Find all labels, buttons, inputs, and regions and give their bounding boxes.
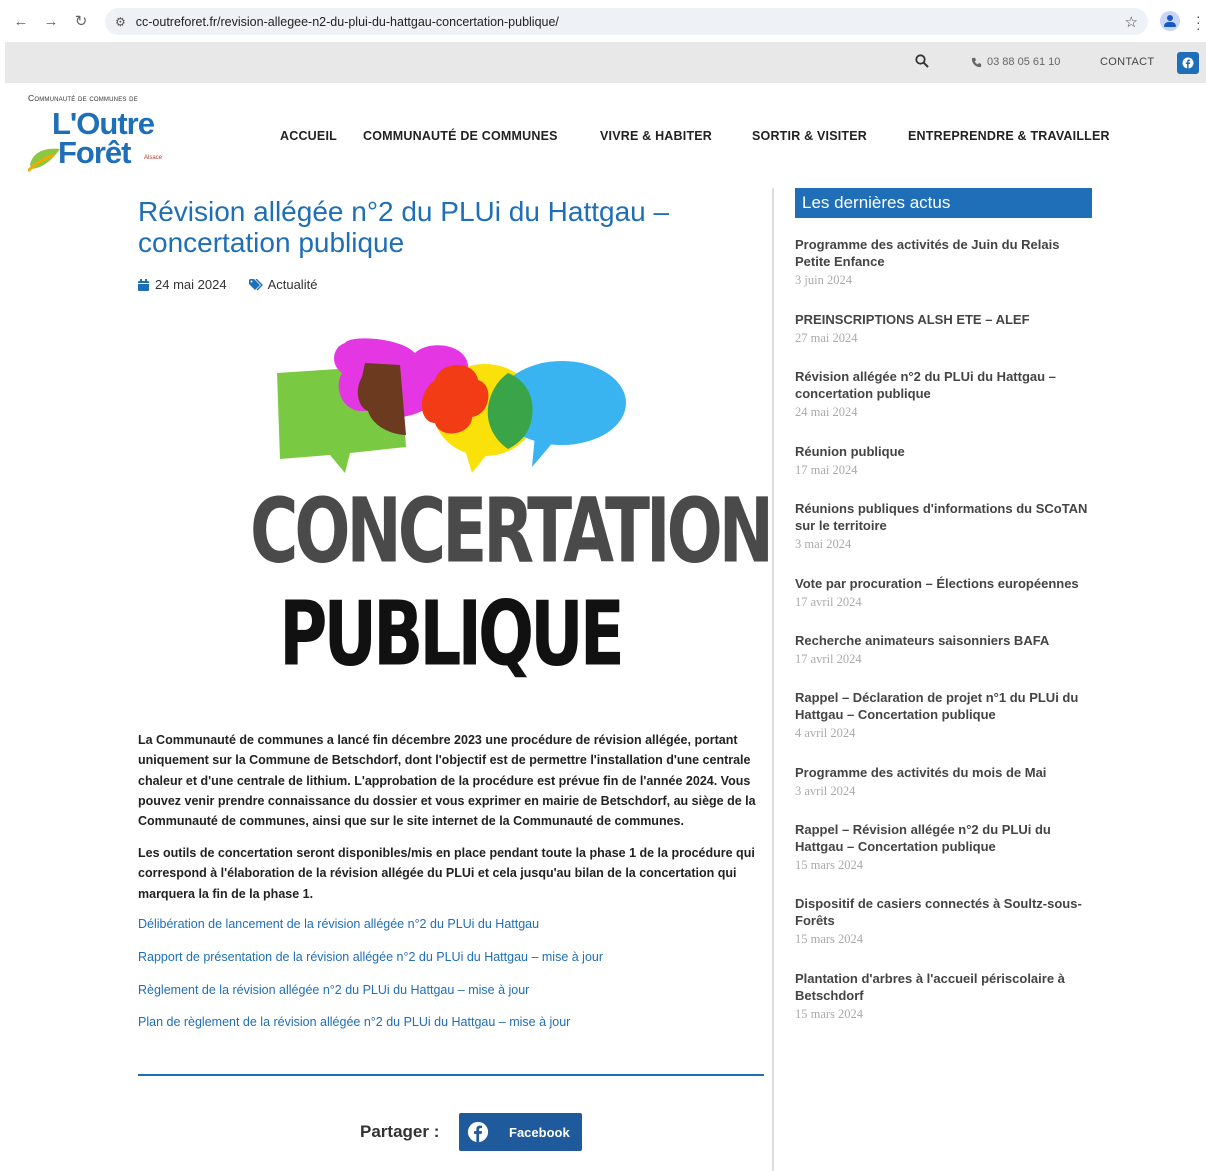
news-item-title[interactable]: Dispositif de casiers connectés à Soultz…	[795, 895, 1095, 929]
news-item-title[interactable]: Plantation d'arbres à l'accueil périscol…	[795, 970, 1095, 1004]
document-link-deliberation[interactable]: Délibération de lancement de la révision…	[138, 917, 539, 931]
news-item[interactable]: PREINSCRIPTIONS ALSH ETE – ALEF 27 mai 2…	[795, 311, 1095, 346]
article-paragraph-2: Les outils de concertation seront dispon…	[138, 846, 755, 901]
hero-word-publique: PUBLIQUE	[279, 581, 625, 686]
url-text[interactable]: cc-outreforet.fr/revision-allegee-n2-du-…	[136, 15, 559, 29]
nav-item-vivre-habiter[interactable]: VIVRE & HABITER	[600, 129, 712, 143]
news-item-date: 15 mars 2024	[795, 932, 864, 946]
news-item-title[interactable]: Rappel – Révision allégée n°2 du PLUi du…	[795, 821, 1095, 855]
article-divider	[138, 1074, 764, 1076]
news-item[interactable]: Révision allégée n°2 du PLUi du Hattgau …	[795, 368, 1095, 420]
share-label: Partager :	[360, 1122, 440, 1141]
news-item[interactable]: Vote par procuration – Élections europée…	[795, 575, 1095, 610]
tags-icon	[248, 278, 263, 290]
news-item[interactable]: Réunion publique 17 mai 2024	[795, 443, 1095, 478]
back-icon[interactable]: ←	[10, 10, 32, 32]
article-date: 24 mai 2024	[138, 277, 227, 292]
logo-subtitle: Communauté de communes de	[28, 93, 138, 103]
reload-icon[interactable]: ↻	[70, 10, 92, 32]
article-paragraph-1: La Communauté de communes a lancé fin dé…	[138, 733, 756, 829]
news-item[interactable]: Réunions publiques d'informations du SCo…	[795, 500, 1095, 552]
news-item-date: 3 mai 2024	[795, 537, 852, 551]
forward-icon[interactable]: →	[40, 10, 62, 32]
address-bar[interactable]: ⚙ cc-outreforet.fr/revision-allegee-n2-d…	[105, 8, 1148, 35]
nav-item-communaute[interactable]: COMMUNAUTÉ DE COMMUNES	[363, 129, 558, 143]
news-item-title[interactable]: Rappel – Déclaration de projet n°1 du PL…	[795, 689, 1095, 723]
site-settings-icon[interactable]: ⚙	[115, 15, 126, 29]
news-item[interactable]: Programme des activités du mois de Mai 3…	[795, 764, 1095, 799]
nav-item-entreprendre[interactable]: ENTREPRENDRE & TRAVAILLER	[908, 129, 1110, 143]
leaf-icon	[28, 148, 60, 173]
nav-item-sortir-visiter[interactable]: SORTIR & VISITER	[752, 129, 867, 143]
news-item-title[interactable]: Révision allégée n°2 du PLUi du Hattgau …	[795, 368, 1095, 402]
news-item[interactable]: Rappel – Révision allégée n°2 du PLUi du…	[795, 821, 1095, 873]
article-meta: 24 mai 2024 Actualité	[138, 277, 317, 292]
news-item-title[interactable]: Programme des activités du mois de Mai	[795, 764, 1095, 781]
news-item-date: 15 mars 2024	[795, 858, 864, 872]
facebook-icon[interactable]	[1177, 52, 1199, 74]
news-item-date: 3 avril 2024	[795, 784, 856, 798]
facebook-icon	[459, 1113, 497, 1151]
news-item-date: 24 mai 2024	[795, 405, 858, 419]
news-item-date: 17 avril 2024	[795, 595, 862, 609]
news-item-title[interactable]: Vote par procuration – Élections europée…	[795, 575, 1095, 592]
top-utility-bar: 03 88 05 61 10 CONTACT	[5, 42, 1206, 83]
news-item-date: 4 avril 2024	[795, 726, 856, 740]
news-item[interactable]: Plantation d'arbres à l'accueil périscol…	[795, 970, 1095, 1022]
news-item-date: 3 juin 2024	[795, 273, 852, 287]
site-logo[interactable]: Communauté de communes de L'Outre Forêt …	[28, 93, 178, 178]
logo-line-2: Forêt	[58, 135, 131, 170]
nav-item-accueil[interactable]: ACCUEIL	[280, 129, 337, 143]
document-link-rapport[interactable]: Rapport de présentation de la révision a…	[138, 950, 603, 964]
news-item[interactable]: Recherche animateurs saisonniers BAFA 17…	[795, 632, 1095, 667]
article-category-text[interactable]: Actualité	[268, 277, 318, 292]
document-link-reglement[interactable]: Règlement de la révision allégée n°2 du …	[138, 983, 529, 997]
news-item-title[interactable]: Réunions publiques d'informations du SCo…	[795, 500, 1095, 534]
hero-image: CONCERTATION PUBLIQUE	[250, 335, 774, 695]
logo-region: Alsace	[144, 155, 163, 161]
news-item-date: 27 mai 2024	[795, 331, 858, 345]
document-link-plan[interactable]: Plan de règlement de la révision allégée…	[138, 1015, 570, 1029]
news-item-date: 17 avril 2024	[795, 652, 862, 666]
page-title: Révision allégée n°2 du PLUi du Hattgau …	[138, 196, 670, 258]
browser-menu-icon[interactable]: · · ·	[1196, 9, 1201, 35]
phone-icon	[971, 57, 982, 67]
search-icon[interactable]	[915, 54, 929, 73]
news-item[interactable]: Programme des activités de Juin du Relai…	[795, 236, 1095, 288]
news-item-title[interactable]: Programme des activités de Juin du Relai…	[795, 236, 1095, 270]
news-item-title[interactable]: PREINSCRIPTIONS ALSH ETE – ALEF	[795, 311, 1095, 328]
news-item[interactable]: Dispositif de casiers connectés à Soultz…	[795, 895, 1095, 947]
phone-link[interactable]: 03 88 05 61 10	[971, 56, 1060, 68]
contact-link[interactable]: CONTACT	[1100, 56, 1154, 68]
column-separator	[772, 188, 774, 1171]
article-date-text: 24 mai 2024	[155, 277, 227, 292]
article-category[interactable]: Actualité	[248, 277, 318, 292]
browser-toolbar: ← → ↻ ⚙ cc-outreforet.fr/revision-allege…	[0, 0, 1206, 42]
news-item[interactable]: Rappel – Déclaration de projet n°1 du PL…	[795, 689, 1095, 741]
hero-word-concertation: CONCERTATION	[250, 478, 774, 583]
profile-avatar-icon[interactable]	[1160, 11, 1180, 31]
share-facebook-label[interactable]: Facebook	[497, 1125, 570, 1140]
calendar-icon	[138, 278, 149, 291]
news-item-title[interactable]: Réunion publique	[795, 443, 1095, 460]
bookmark-star-icon[interactable]: ☆	[1125, 13, 1138, 31]
news-item-title[interactable]: Recherche animateurs saisonniers BAFA	[795, 632, 1095, 649]
sidebar-heading: Les dernières actus	[795, 188, 1092, 218]
news-item-date: 15 mars 2024	[795, 1007, 864, 1021]
news-item-date: 17 mai 2024	[795, 463, 858, 477]
speech-bubbles-graphic	[277, 338, 626, 473]
share-facebook-button[interactable]: Facebook	[459, 1113, 582, 1151]
phone-number[interactable]: 03 88 05 61 10	[987, 56, 1060, 68]
